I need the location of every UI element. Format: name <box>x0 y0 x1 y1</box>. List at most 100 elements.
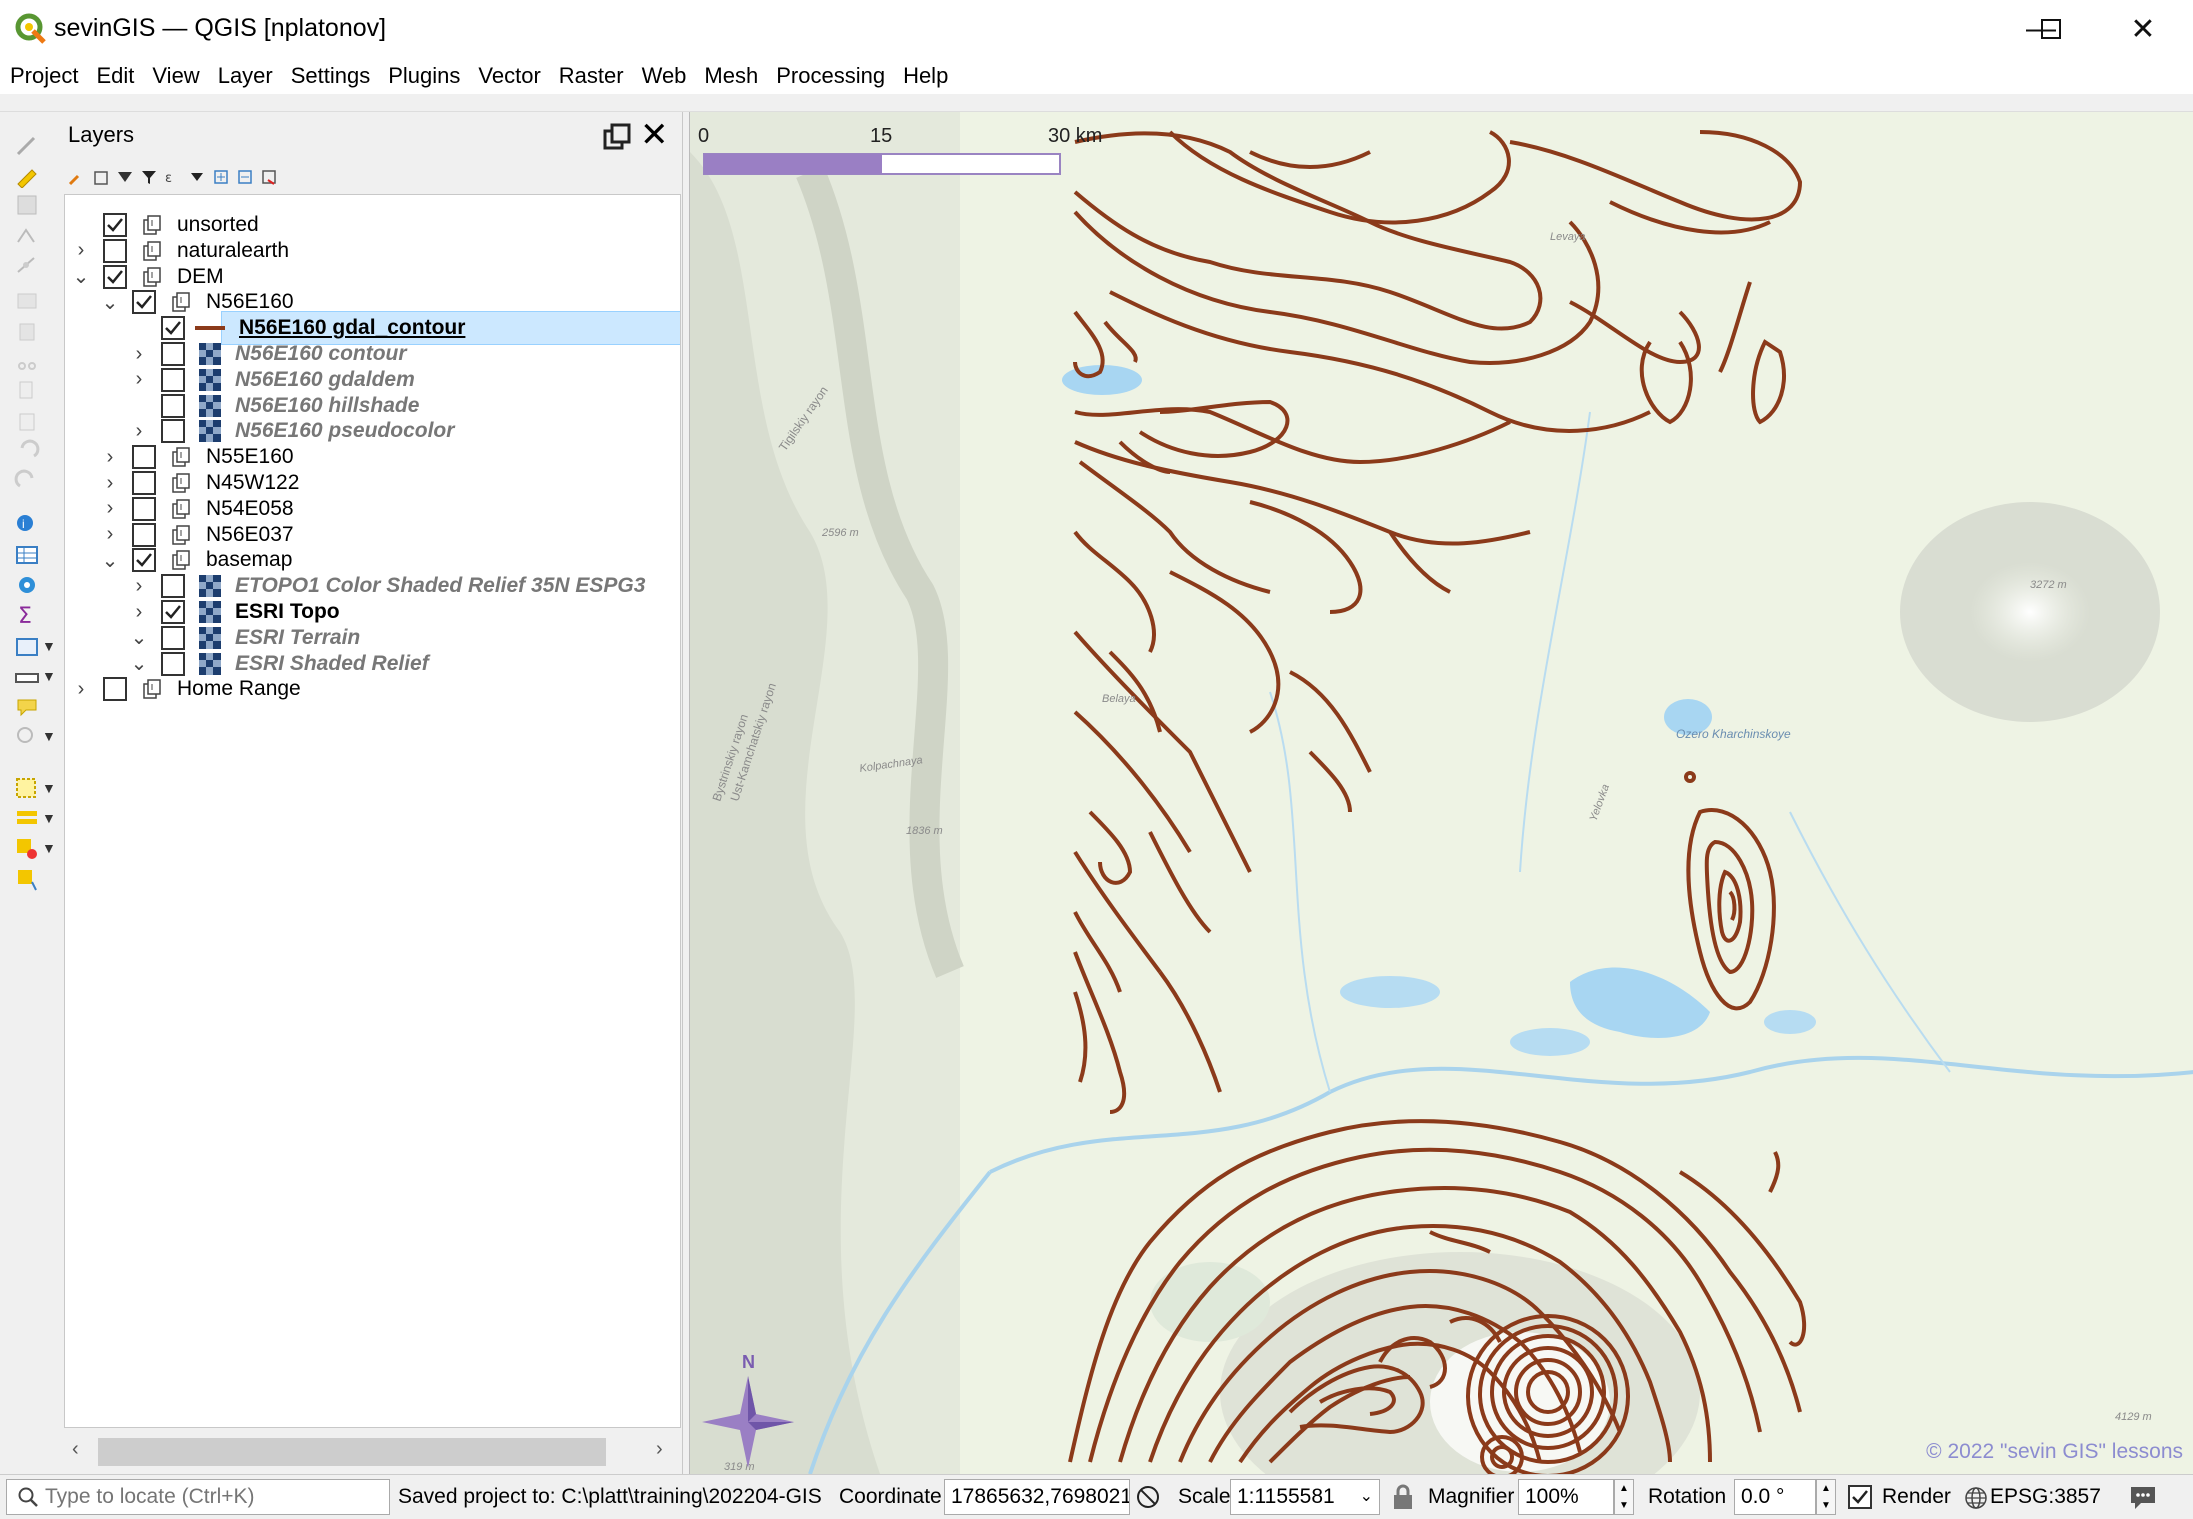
menu-project[interactable]: Project <box>10 61 78 91</box>
scrollbar-thumb[interactable] <box>98 1438 606 1466</box>
delete-selected-icon[interactable] <box>14 318 40 344</box>
toggle-extents-icon[interactable] <box>1134 1483 1162 1511</box>
menu-view[interactable]: View <box>152 61 199 91</box>
menu-bar: Project Edit View Layer Settings Plugins Vecto… <box>0 58 2193 94</box>
chevron-down-icon: ⌄ <box>1359 1488 1373 1505</box>
svg-text:i: i <box>22 517 25 531</box>
magnifier-field[interactable]: 100% <box>1518 1479 1614 1515</box>
svg-text:Σ: Σ <box>18 604 32 628</box>
menu-mesh[interactable]: Mesh <box>704 61 758 91</box>
layers-panel: Layers ✕ ε unsorted › naturalearth ⌄ DEM ⌄ N56… <box>62 112 683 1474</box>
collapse-tree-icon[interactable] <box>236 168 254 186</box>
deselect-features-icon[interactable] <box>14 836 40 862</box>
coordinate-label: Coordinate <box>839 1485 942 1508</box>
render-checkbox[interactable] <box>1848 1485 1872 1509</box>
paste-features-icon[interactable] <box>14 408 40 434</box>
toggle-editing-icon[interactable] <box>14 162 40 188</box>
collapse-arrow-icon[interactable]: ⌄ <box>98 548 122 572</box>
coordinate-field[interactable]: 17865632,7698021 <box>944 1479 1130 1515</box>
magnifier-spinner[interactable]: ▲ ▼ <box>1614 1479 1634 1515</box>
checkmark-icon <box>1852 1490 1868 1504</box>
select-features-icon[interactable] <box>14 776 40 802</box>
render-label: Render <box>1882 1485 1951 1508</box>
open-table-icon[interactable] <box>14 634 40 660</box>
expand-tree-icon[interactable] <box>212 168 230 186</box>
layer-group-icon <box>139 676 165 702</box>
dropdown-arrow-icon[interactable]: ▼ <box>42 840 56 856</box>
maximize-icon <box>2041 19 2061 39</box>
layer-visibility-checkbox[interactable] <box>103 677 127 702</box>
processing-toolbox-icon[interactable] <box>14 572 40 598</box>
add-group-icon[interactable] <box>92 168 110 186</box>
manage-visibility-icon[interactable] <box>116 168 134 186</box>
dropdown-arrow-icon[interactable]: ▼ <box>42 810 56 826</box>
map-tips-icon[interactable] <box>14 694 40 720</box>
attribute-table-icon[interactable] <box>14 542 40 568</box>
scale-label: Scale <box>1178 1485 1231 1508</box>
maximize-button[interactable] <box>2006 4 2096 54</box>
horizontal-scrollbar[interactable]: ‹ › <box>64 1434 681 1470</box>
north-label: N <box>742 1352 755 1372</box>
title-bar: sevinGIS — QGIS [nplatonov] — ✕ <box>0 0 2193 58</box>
undo-icon[interactable] <box>14 438 40 464</box>
statistics-sum-icon[interactable]: Σ <box>14 602 40 628</box>
menu-plugins[interactable]: Plugins <box>388 61 460 91</box>
style-manager-icon[interactable] <box>68 168 86 186</box>
save-edits-icon[interactable] <box>14 192 40 218</box>
close-panel-icon[interactable]: ✕ <box>640 118 669 152</box>
map-canvas[interactable]: Tigilskiy rayon 2596 m Belaya Bystrinski… <box>689 112 2193 1474</box>
filter-expression-icon[interactable]: ε <box>164 168 182 186</box>
menu-settings[interactable]: Settings <box>291 61 371 91</box>
expand-arrow-icon[interactable]: › <box>69 677 93 701</box>
scroll-left-icon[interactable]: ‹ <box>72 1438 79 1461</box>
modify-attributes-icon[interactable] <box>14 288 40 314</box>
dropdown-arrow-icon[interactable]: ▼ <box>42 668 56 684</box>
locator-input[interactable] <box>45 1485 385 1509</box>
scroll-right-icon[interactable]: › <box>656 1438 663 1461</box>
lock-scale-icon[interactable] <box>1390 1483 1416 1511</box>
zoom-tool-icon[interactable] <box>14 724 40 750</box>
collapse-arrow-icon[interactable]: ⌄ <box>98 290 122 314</box>
scale-tick-label: 0 <box>698 125 709 147</box>
rotation-field[interactable]: 0.0 ° <box>1734 1479 1816 1515</box>
messages-icon[interactable] <box>2128 1483 2158 1511</box>
redo-icon[interactable] <box>14 468 40 494</box>
rotation-spinner[interactable]: ▲ ▼ <box>1816 1479 1836 1515</box>
crs-label[interactable]: EPSG:3857 <box>1990 1485 2101 1509</box>
filter-legend-icon[interactable] <box>140 168 158 186</box>
menu-processing[interactable]: Processing <box>776 61 885 91</box>
select-by-value-icon[interactable] <box>14 806 40 832</box>
collapse-arrow-icon[interactable]: ⌄ <box>69 265 93 289</box>
select-location-icon[interactable] <box>14 866 40 892</box>
undock-panel-icon[interactable] <box>602 122 632 152</box>
copy-features-icon[interactable] <box>14 378 40 404</box>
map-render: Tigilskiy rayon 2596 m Belaya Bystrinski… <box>690 112 2193 1474</box>
expand-all-icon[interactable] <box>188 168 206 186</box>
dropdown-arrow-icon[interactable]: ▼ <box>42 728 56 744</box>
layer-name-label: Home Range <box>177 677 301 701</box>
vertex-tool-icon[interactable] <box>14 252 40 278</box>
menu-raster[interactable]: Raster <box>559 61 624 91</box>
locator-bar[interactable] <box>6 1479 390 1515</box>
menu-edit[interactable]: Edit <box>96 61 134 91</box>
cut-features-icon[interactable] <box>14 348 40 374</box>
menu-help[interactable]: Help <box>903 61 948 91</box>
rotation-label: Rotation <box>1648 1485 1727 1508</box>
dropdown-arrow-icon[interactable]: ▼ <box>42 780 56 796</box>
current-edits-icon[interactable] <box>14 132 40 158</box>
add-feature-icon[interactable] <box>14 222 40 248</box>
close-button[interactable]: ✕ <box>2098 4 2188 54</box>
menu-layer[interactable]: Layer <box>218 61 273 91</box>
identify-features-icon[interactable]: i <box>14 512 40 538</box>
status-message: Saved project to: C:\platt\training\2022… <box>398 1485 822 1508</box>
menu-web[interactable]: Web <box>642 61 687 91</box>
scale-tick-label: 15 <box>870 125 892 147</box>
layer-tree-item[interactable]: › Home Range <box>69 671 301 707</box>
menu-vector[interactable]: Vector <box>478 61 540 91</box>
crs-globe-icon[interactable] <box>1964 1486 1988 1510</box>
measure-line-icon[interactable] <box>14 664 40 690</box>
scale-combobox[interactable]: 1:1155581 ⌄ <box>1230 1479 1380 1515</box>
layer-tree: unsorted › naturalearth ⌄ DEM ⌄ N56E160 N56E160… <box>64 194 681 1428</box>
dropdown-arrow-icon[interactable]: ▼ <box>42 638 56 654</box>
remove-layer-icon[interactable] <box>260 168 278 186</box>
